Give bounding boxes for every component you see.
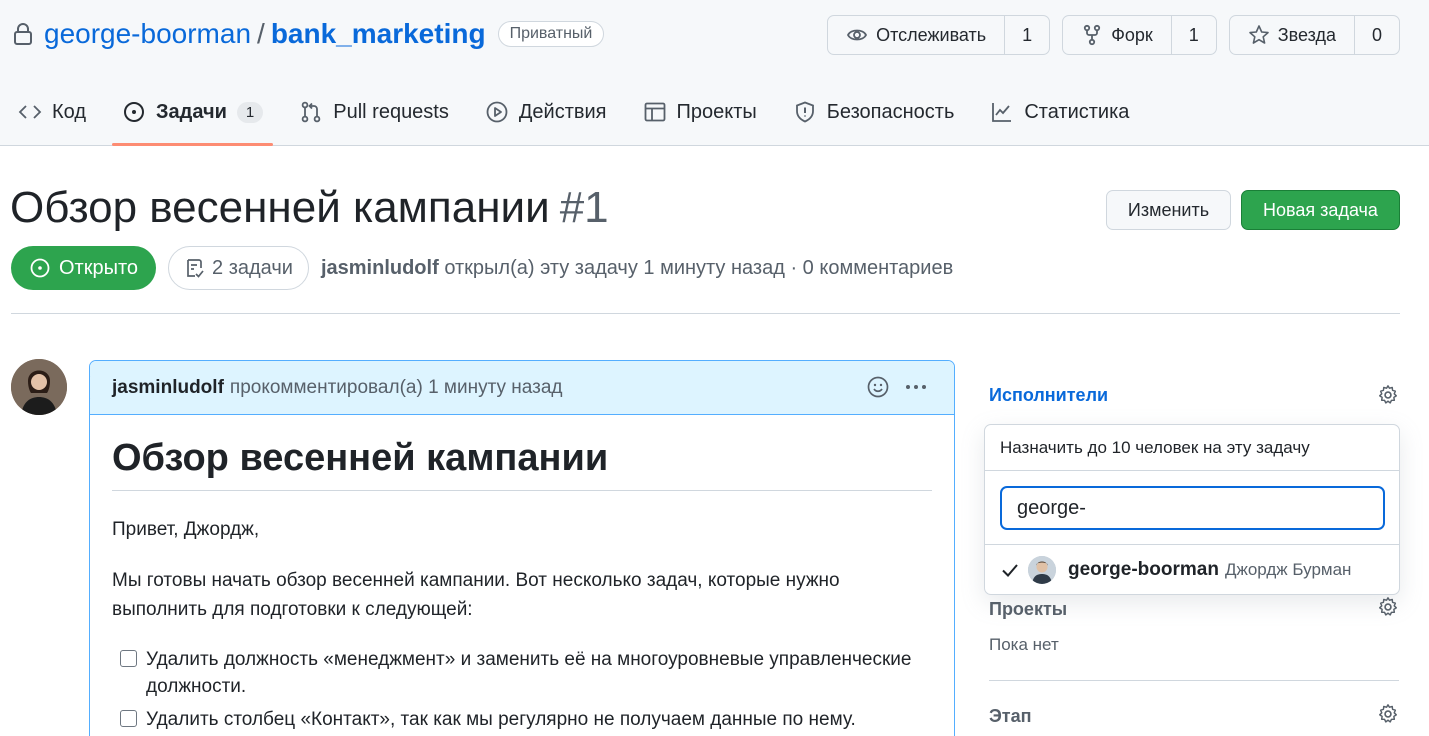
tab-pull-requests[interactable]: Pull requests (281, 88, 467, 136)
shield-icon (795, 101, 814, 123)
tab-issues-label: Задачи (156, 100, 227, 123)
issue-icon (124, 102, 145, 122)
issue-meta: Открыто 2 задачи jasminludolf открыл(а) … (11, 246, 953, 290)
avatar-image (11, 359, 67, 415)
repo-actions: Отслеживать 1 Форк 1 Звезда 0 (827, 15, 1400, 55)
star-button-group: Звезда 0 (1228, 15, 1400, 55)
star-icon (1248, 25, 1269, 44)
comment-tools (866, 375, 928, 399)
star-label: Звезда (1277, 24, 1336, 45)
fork-label: Форк (1111, 24, 1153, 45)
tab-code[interactable]: Код (0, 88, 104, 136)
tab-projects[interactable]: Проекты (625, 88, 775, 136)
task-checkbox[interactable] (120, 650, 137, 667)
lock-icon (14, 23, 32, 45)
milestone-heading[interactable]: Этап (989, 706, 1032, 727)
task-list-item: Удалить должность «менеджмент» и заменит… (112, 646, 932, 700)
gear-icon[interactable] (1377, 703, 1399, 725)
check-icon (1002, 564, 1018, 577)
tab-actions[interactable]: Действия (467, 88, 625, 136)
issue-open-icon (30, 258, 50, 278)
issue-title: Обзор весенней кампании #1 (10, 183, 609, 233)
assignee-option[interactable]: george-boorman Джордж Бурман (985, 545, 1399, 595)
tab-code-label: Код (52, 100, 87, 123)
watch-count[interactable]: 1 (1005, 16, 1049, 54)
tab-insights[interactable]: Статистика (972, 88, 1147, 136)
assignee-avatar (1028, 556, 1056, 584)
comment-heading: Обзор весенней кампании (112, 437, 932, 491)
smiley-icon[interactable] (866, 375, 890, 399)
fork-button[interactable]: Форк (1063, 16, 1172, 54)
tab-security[interactable]: Безопасность (775, 88, 973, 136)
state-badge: Открыто (11, 246, 157, 290)
tab-issues-count: 1 (236, 101, 264, 123)
tab-insights-label: Статистика (1024, 100, 1130, 123)
repo-owner-link[interactable]: george-boorman (44, 18, 251, 50)
assignees-heading[interactable]: Исполнители (989, 385, 1108, 406)
tasks-pill-label: 2 задачи (212, 256, 293, 279)
task-text: Удалить должность «менеджмент» и заменит… (146, 649, 912, 697)
state-label: Открыто (59, 256, 139, 279)
assignees-popover: Назначить до 10 человек на эту задачу ge… (984, 424, 1400, 595)
avatar[interactable] (11, 359, 67, 415)
tab-actions-label: Действия (518, 100, 607, 123)
gear-icon[interactable] (1377, 384, 1399, 406)
comment-greeting: Привет, Джордж, (112, 519, 260, 540)
fork-count[interactable]: 1 (1172, 16, 1216, 54)
repo-title: george-boorman / bank_marketing Приватны… (12, 14, 605, 54)
comment-box: jasminludolf прокомментировал(а) 1 минут… (89, 360, 955, 736)
assignee-full-name: Джордж Бурман (1224, 560, 1352, 579)
assignee-search-input[interactable] (1000, 486, 1385, 530)
repo-header: george-boorman / bank_marketing Приватны… (0, 0, 1429, 146)
repo-separator: / (257, 18, 265, 49)
play-icon (486, 101, 508, 123)
eye-icon (847, 29, 868, 41)
comment-action: прокомментировал(а) 1 минуту назад (229, 376, 563, 398)
issue-author-link[interactable]: jasminludolf (321, 257, 439, 279)
watch-button-group: Отслеживать 1 (827, 15, 1051, 55)
tab-pull-requests-label: Pull requests (333, 100, 449, 123)
repo-tabs: Код Задачи 1 Pull requests Действия Прое… (0, 88, 1147, 146)
pull-request-icon (301, 101, 321, 123)
tasks-pill[interactable]: 2 задачи (168, 246, 309, 290)
comment-body: Обзор весенней кампании Привет, Джордж, … (90, 415, 954, 733)
issue-meta-text: jasminludolf открыл(а) эту задачу 1 мину… (321, 257, 953, 280)
tab-projects-label: Проекты (676, 100, 757, 123)
comment-intro: Мы готовы начать обзор весенней кампании… (112, 570, 840, 620)
issue-opened-text: открыл(а) эту задачу 1 минуту назад · 0 … (444, 256, 954, 279)
visibility-badge: Приватный (497, 21, 605, 47)
kebab-horizontal-icon[interactable] (904, 375, 928, 399)
tab-security-label: Безопасность (826, 100, 955, 123)
assignee-login: george-boorman (1068, 559, 1219, 580)
table-icon (644, 102, 665, 122)
projects-value: Пока нет (989, 635, 1059, 654)
popover-title: Назначить до 10 человек на эту задачу (985, 425, 1399, 471)
popover-search (985, 471, 1399, 545)
projects-heading[interactable]: Проекты (989, 599, 1067, 620)
issue-number: #1 (559, 183, 609, 232)
repo-name-link[interactable]: bank_marketing (271, 18, 486, 50)
edit-button[interactable]: Изменить (1106, 190, 1231, 230)
fork-button-group: Форк 1 (1062, 15, 1217, 55)
watch-label: Отслеживать (876, 24, 987, 45)
star-count[interactable]: 0 (1355, 16, 1399, 54)
sidebar-divider (989, 680, 1399, 681)
code-icon (18, 105, 42, 119)
watch-button[interactable]: Отслеживать (828, 16, 1006, 54)
comment-author-link[interactable]: jasminludolf (112, 377, 224, 399)
fork-icon (1084, 24, 1101, 46)
checklist-icon (187, 259, 204, 278)
comment-header: jasminludolf прокомментировал(а) 1 минут… (90, 361, 954, 415)
task-text: Удалить столбец «Контакт», так как мы ре… (146, 709, 856, 730)
graph-icon (992, 103, 1012, 122)
gear-icon[interactable] (1377, 596, 1399, 618)
task-list-item: Удалить столбец «Контакт», так как мы ре… (112, 706, 932, 733)
new-issue-button[interactable]: Новая задача (1241, 190, 1400, 230)
issue-title-text: Обзор весенней кампании (10, 183, 550, 232)
divider (11, 313, 1400, 314)
tab-issues[interactable]: Задачи 1 (104, 88, 281, 146)
star-button[interactable]: Звезда (1230, 16, 1355, 54)
task-checkbox[interactable] (120, 710, 137, 727)
